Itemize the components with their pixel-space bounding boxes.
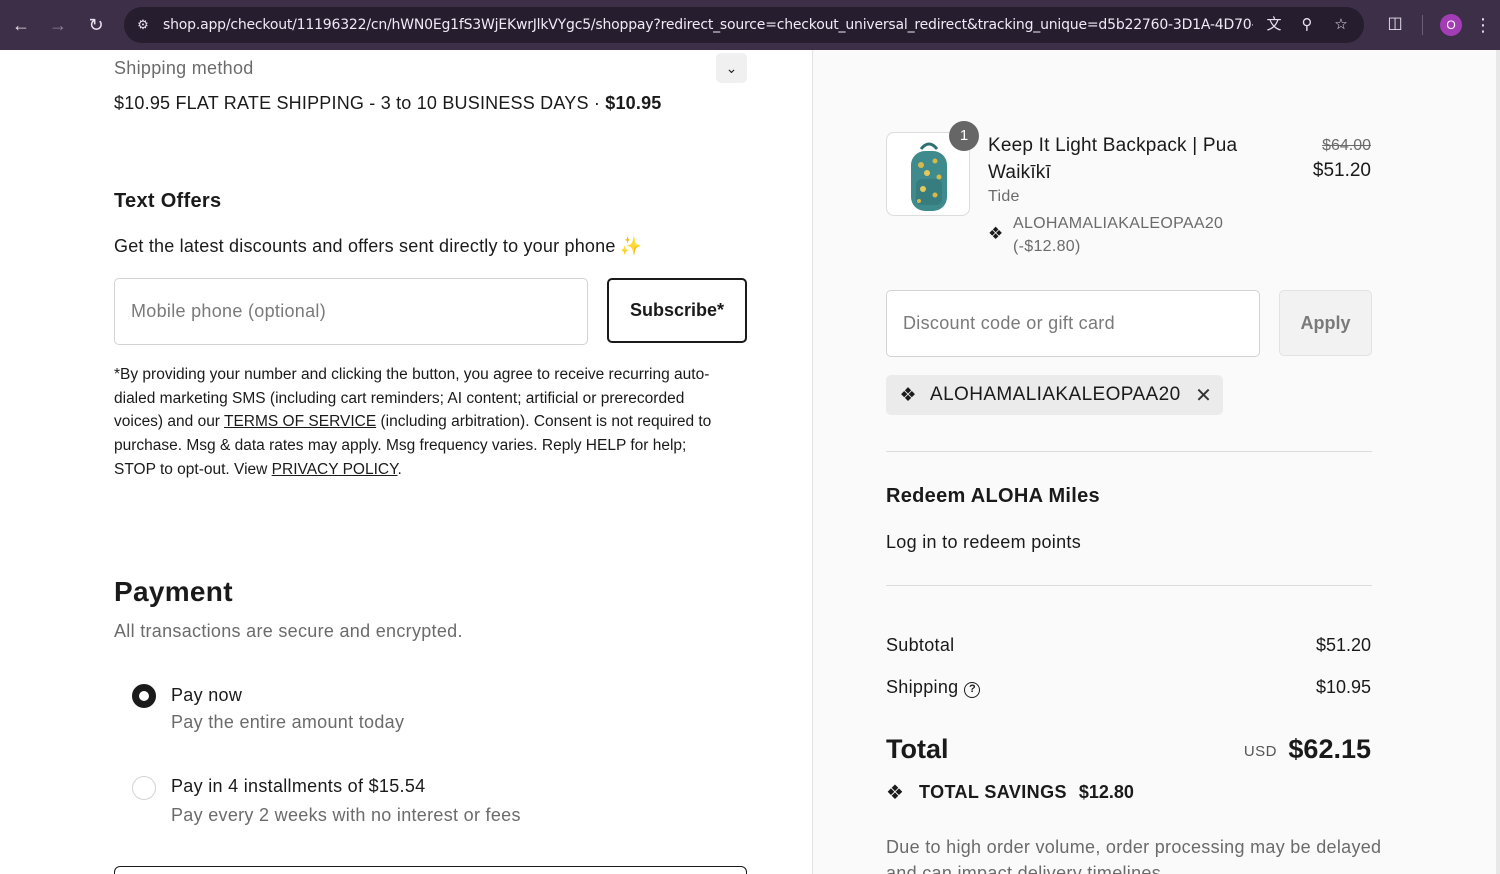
divider: [886, 585, 1372, 586]
subtotal-value: $51.20: [1315, 635, 1371, 655]
tag-icon: ❖: [988, 224, 1004, 243]
checkout-main: Shipping method ⌄ $10.95 FLAT RATE SHIPP…: [0, 50, 812, 874]
total-label: Total: [886, 734, 949, 764]
kebab-menu-icon[interactable]: ⋮: [1474, 13, 1492, 37]
shipping-method-text: $10.95 FLAT RATE SHIPPING - 3 to 10 BUSI…: [114, 93, 606, 113]
tag-icon: ❖: [899, 384, 917, 406]
pay-now-radio[interactable]: [132, 684, 156, 708]
order-summary: 1 Keep It Light Backpack | Pua Waikīkī T…: [812, 50, 1500, 874]
shipping-method-price: $10.95: [605, 93, 662, 113]
payment-title: Payment: [114, 576, 233, 607]
help-icon[interactable]: ?: [964, 682, 981, 698]
total-currency: USD: [1243, 743, 1277, 760]
close-icon[interactable]: ✕: [1195, 383, 1213, 408]
total-savings: ❖ TOTAL SAVINGS $12.80: [886, 780, 1134, 805]
zoom-icon[interactable]: ⚲: [1297, 16, 1317, 34]
shipping-summary-value: $10.95: [1315, 677, 1371, 697]
shipping-summary-label: Shipping?: [886, 677, 981, 698]
profile-avatar[interactable]: O: [1440, 14, 1462, 36]
mobile-phone-input[interactable]: [114, 278, 588, 345]
sms-disclaimer: *By providing your number and clicking t…: [114, 363, 726, 482]
bookmark-star-icon[interactable]: ☆: [1331, 16, 1351, 34]
pay-now-description: Pay the entire amount today: [171, 712, 405, 732]
payment-subtitle: All transactions are secure and encrypte…: [114, 621, 463, 641]
pay-now-label[interactable]: Pay now: [171, 685, 242, 706]
subtotal-label: Subtotal: [886, 635, 955, 655]
applied-code-text: ALOHAMALIAKALEOPAA20: [930, 384, 1181, 405]
chevron-down-icon[interactable]: ⌄: [716, 53, 747, 83]
payment-method-box[interactable]: [114, 866, 747, 874]
total-value: $62.15: [1288, 734, 1371, 764]
reload-icon[interactable]: ↻: [84, 13, 108, 37]
product-discount-amount: (-$12.80): [1013, 238, 1081, 255]
disclaimer-text-3: .: [397, 460, 402, 478]
product-variant: Tide: [988, 188, 1020, 205]
divider: [886, 451, 1372, 452]
terms-of-service-link[interactable]: TERMS OF SERVICE: [224, 413, 376, 430]
shipping-method-value[interactable]: $10.95 FLAT RATE SHIPPING - 3 to 10 BUSI…: [114, 93, 662, 114]
toolbar-divider: [1422, 15, 1423, 35]
tag-icon: ❖: [886, 782, 904, 804]
text-offers-subtitle-text: Get the latest discounts and offers sent…: [114, 236, 616, 256]
site-info-icon[interactable]: ⚙: [134, 16, 152, 34]
forward-icon[interactable]: →: [46, 13, 70, 37]
text-offers-title: Text Offers: [114, 190, 222, 212]
price-final: $51.20: [1312, 160, 1371, 181]
savings-value: $12.80: [1078, 782, 1134, 802]
discount-code-input[interactable]: [886, 290, 1260, 357]
product-discount: ALOHAMALIAKALEOPAA20 (-$12.80): [1013, 212, 1223, 258]
product-name: Keep It Light Backpack | Pua Waikīkī: [988, 135, 1238, 183]
product-discount-code: ALOHAMALIAKALEOPAA20: [1013, 215, 1224, 232]
url-text[interactable]: shop.app/checkout/11196322/cn/hWN0Eg1fS3…: [163, 17, 1253, 33]
apply-button[interactable]: Apply: [1279, 290, 1372, 356]
scrollbar[interactable]: [1496, 50, 1500, 874]
subscribe-button[interactable]: Subscribe*: [607, 278, 747, 343]
translate-icon[interactable]: 文: [1264, 16, 1284, 34]
redeem-login-link[interactable]: Log in to redeem points: [886, 532, 1081, 553]
browser-toolbar: ← → ↻ ⚙ shop.app/checkout/11196322/cn/hW…: [0, 0, 1500, 50]
address-bar[interactable]: ⚙ shop.app/checkout/11196322/cn/hWN0Eg1f…: [124, 7, 1364, 43]
installments-radio[interactable]: [132, 776, 156, 800]
extensions-icon[interactable]: ◫: [1384, 13, 1406, 35]
applied-code-chip: ❖ ALOHAMALIAKALEOPAA20 ✕: [886, 375, 1223, 415]
privacy-policy-link[interactable]: PRIVACY POLICY: [272, 461, 398, 478]
redeem-title: Redeem ALOHA Miles: [886, 485, 1100, 507]
shipping-method-label: Shipping method: [114, 58, 254, 78]
sparkle-icon: ✨: [619, 236, 643, 256]
installments-label[interactable]: Pay in 4 installments of $15.54: [171, 776, 425, 797]
back-icon[interactable]: ←: [9, 13, 33, 37]
text-offers-subtitle: Get the latest discounts and offers sent…: [114, 236, 642, 257]
savings-label: TOTAL SAVINGS: [919, 782, 1067, 802]
shipping-summary-text: Shipping: [886, 677, 959, 697]
order-notice: Due to high order volume, order processi…: [886, 837, 1382, 874]
price-original: $64.00: [1322, 137, 1371, 154]
quantity-badge: 1: [949, 121, 979, 151]
installments-description: Pay every 2 weeks with no interest or fe…: [171, 805, 521, 825]
